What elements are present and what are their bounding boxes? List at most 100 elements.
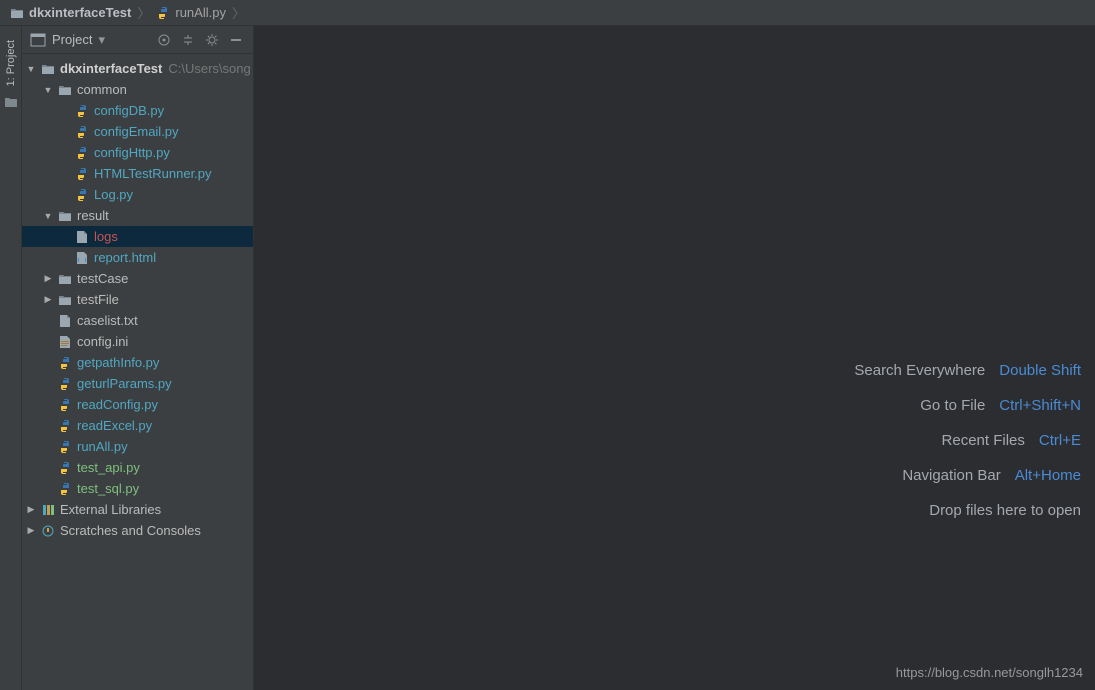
tree-file[interactable]: ▶ configEmail.py — [22, 121, 253, 142]
breadcrumb-file-label: runAll.py — [175, 5, 226, 20]
tree-folder-testfile[interactable]: ▶ testFile — [22, 289, 253, 310]
tree-file-logs[interactable]: ▶ logs — [22, 226, 253, 247]
tree-root[interactable]: ▼ dkxinterfaceTest C:\Users\song — [22, 58, 253, 79]
folder-icon — [57, 292, 73, 308]
tree-item-label: Log.py — [94, 187, 133, 202]
gear-icon[interactable] — [203, 31, 221, 49]
py-icon — [74, 145, 90, 161]
chevron-right-icon[interactable]: ▶ — [43, 294, 53, 305]
tree-file[interactable]: ▶ HTMLTestRunner.py — [22, 163, 253, 184]
tree-item-label: runAll.py — [77, 439, 128, 454]
navigation-tips: Search Everywhere Double Shift Go to Fil… — [854, 362, 1081, 519]
tip-shortcut: Ctrl+E — [1039, 432, 1081, 449]
tree-folder-common[interactable]: ▼ common — [22, 79, 253, 100]
breadcrumb: dkxinterfaceTest 〉 runAll.py 〉 — [0, 0, 1095, 26]
tree-item-label: config.ini — [77, 334, 128, 349]
chevron-right-icon[interactable]: ▶ — [26, 525, 36, 536]
chevron-down-icon[interactable]: ▼ — [43, 85, 53, 95]
project-tree[interactable]: ▼ dkxinterfaceTest C:\Users\song ▼ commo… — [22, 54, 253, 690]
folder-icon — [57, 271, 73, 287]
watermark-text: https://blog.csdn.net/songlh1234 — [896, 665, 1083, 680]
tree-item-label: configDB.py — [94, 103, 164, 118]
txt-icon — [74, 229, 90, 245]
tree-file[interactable]: ▶ readConfig.py — [22, 394, 253, 415]
tip-shortcut: Ctrl+Shift+N — [999, 397, 1081, 414]
txt-icon — [57, 313, 73, 329]
python-icon — [156, 6, 170, 20]
py-icon — [57, 481, 73, 497]
tree-item-label: HTMLTestRunner.py — [94, 166, 212, 181]
py-icon — [74, 124, 90, 140]
locate-icon[interactable] — [155, 31, 173, 49]
tree-file-report[interactable]: ▶ report.html — [22, 247, 253, 268]
py-icon — [57, 439, 73, 455]
tip-navigation-bar: Navigation Bar Alt+Home — [854, 467, 1081, 484]
tree-file[interactable]: ▶ Log.py — [22, 184, 253, 205]
tree-item-label: common — [77, 82, 127, 97]
chevron-right-icon: 〉 — [232, 3, 245, 22]
tree-item-label: test_api.py — [77, 460, 140, 475]
project-panel-header: Project ▾ — [22, 26, 253, 54]
py-icon — [57, 418, 73, 434]
breadcrumb-file[interactable]: runAll.py — [152, 5, 230, 20]
py-icon — [57, 397, 73, 413]
tip-drop-files: Drop files here to open — [854, 502, 1081, 519]
project-panel-title[interactable]: Project — [52, 32, 92, 47]
tree-file[interactable]: ▶ test_api.py — [22, 457, 253, 478]
tree-scratches[interactable]: ▶ Scratches and Consoles — [22, 520, 253, 541]
folder-icon — [10, 7, 24, 19]
collapse-all-icon[interactable] — [179, 31, 197, 49]
structure-icon[interactable] — [4, 96, 18, 108]
tree-item-label: testFile — [77, 292, 119, 307]
py-icon — [74, 166, 90, 182]
tool-window-gutter: 1: Project — [0, 26, 22, 690]
chevron-down-icon[interactable]: ▼ — [43, 211, 53, 221]
py-icon — [74, 187, 90, 203]
folder-icon — [57, 82, 73, 98]
py-icon — [57, 355, 73, 371]
hide-icon[interactable] — [227, 31, 245, 49]
chevron-down-icon[interactable]: ▾ — [98, 32, 105, 48]
tip-shortcut: Alt+Home — [1015, 467, 1081, 484]
tree-file[interactable]: ▶ readExcel.py — [22, 415, 253, 436]
html-icon — [74, 250, 90, 266]
tree-file[interactable]: ▶ config.ini — [22, 331, 253, 352]
ini-icon — [57, 334, 73, 350]
tree-file[interactable]: ▶ caselist.txt — [22, 310, 253, 331]
tip-label: Search Everywhere — [854, 362, 985, 379]
tree-file[interactable]: ▶ test_sql.py — [22, 478, 253, 499]
tree-item-label: readExcel.py — [77, 418, 152, 433]
chevron-down-icon[interactable]: ▼ — [26, 64, 36, 74]
tree-file[interactable]: ▶ configDB.py — [22, 100, 253, 121]
breadcrumb-root-label: dkxinterfaceTest — [29, 5, 131, 20]
py-icon — [57, 376, 73, 392]
tree-item-label: getpathInfo.py — [77, 355, 159, 370]
tip-go-to-file: Go to File Ctrl+Shift+N — [854, 397, 1081, 414]
tip-recent-files: Recent Files Ctrl+E — [854, 432, 1081, 449]
tree-folder-result[interactable]: ▼ result — [22, 205, 253, 226]
tip-shortcut: Double Shift — [999, 362, 1081, 379]
tree-item-label: dkxinterfaceTest — [60, 61, 162, 76]
tree-file[interactable]: ▶ getpathInfo.py — [22, 352, 253, 373]
tree-item-label: configHttp.py — [94, 145, 170, 160]
project-tool-window: Project ▾ ▼ dkxinterfaceTest C:\Users\so… — [22, 26, 254, 690]
folder-icon — [57, 208, 73, 224]
tab-project[interactable]: 1: Project — [3, 36, 19, 90]
tree-item-label: result — [77, 208, 109, 223]
tree-file[interactable]: ▶ runAll.py — [22, 436, 253, 457]
tree-file[interactable]: ▶ configHttp.py — [22, 142, 253, 163]
tree-folder-testcase[interactable]: ▶ testCase — [22, 268, 253, 289]
folder-icon — [40, 61, 56, 77]
tree-item-path: C:\Users\song — [168, 61, 250, 76]
breadcrumb-root[interactable]: dkxinterfaceTest — [6, 5, 135, 20]
tip-label: Recent Files — [942, 432, 1025, 449]
tree-file[interactable]: ▶ geturlParams.py — [22, 373, 253, 394]
py-icon — [74, 103, 90, 119]
tree-external-libraries[interactable]: ▶ External Libraries — [22, 499, 253, 520]
tree-item-label: testCase — [77, 271, 128, 286]
tree-item-label: configEmail.py — [94, 124, 179, 139]
tree-item-label: readConfig.py — [77, 397, 158, 412]
tree-item-label: caselist.txt — [77, 313, 138, 328]
chevron-right-icon[interactable]: ▶ — [26, 504, 36, 515]
chevron-right-icon[interactable]: ▶ — [43, 273, 53, 284]
